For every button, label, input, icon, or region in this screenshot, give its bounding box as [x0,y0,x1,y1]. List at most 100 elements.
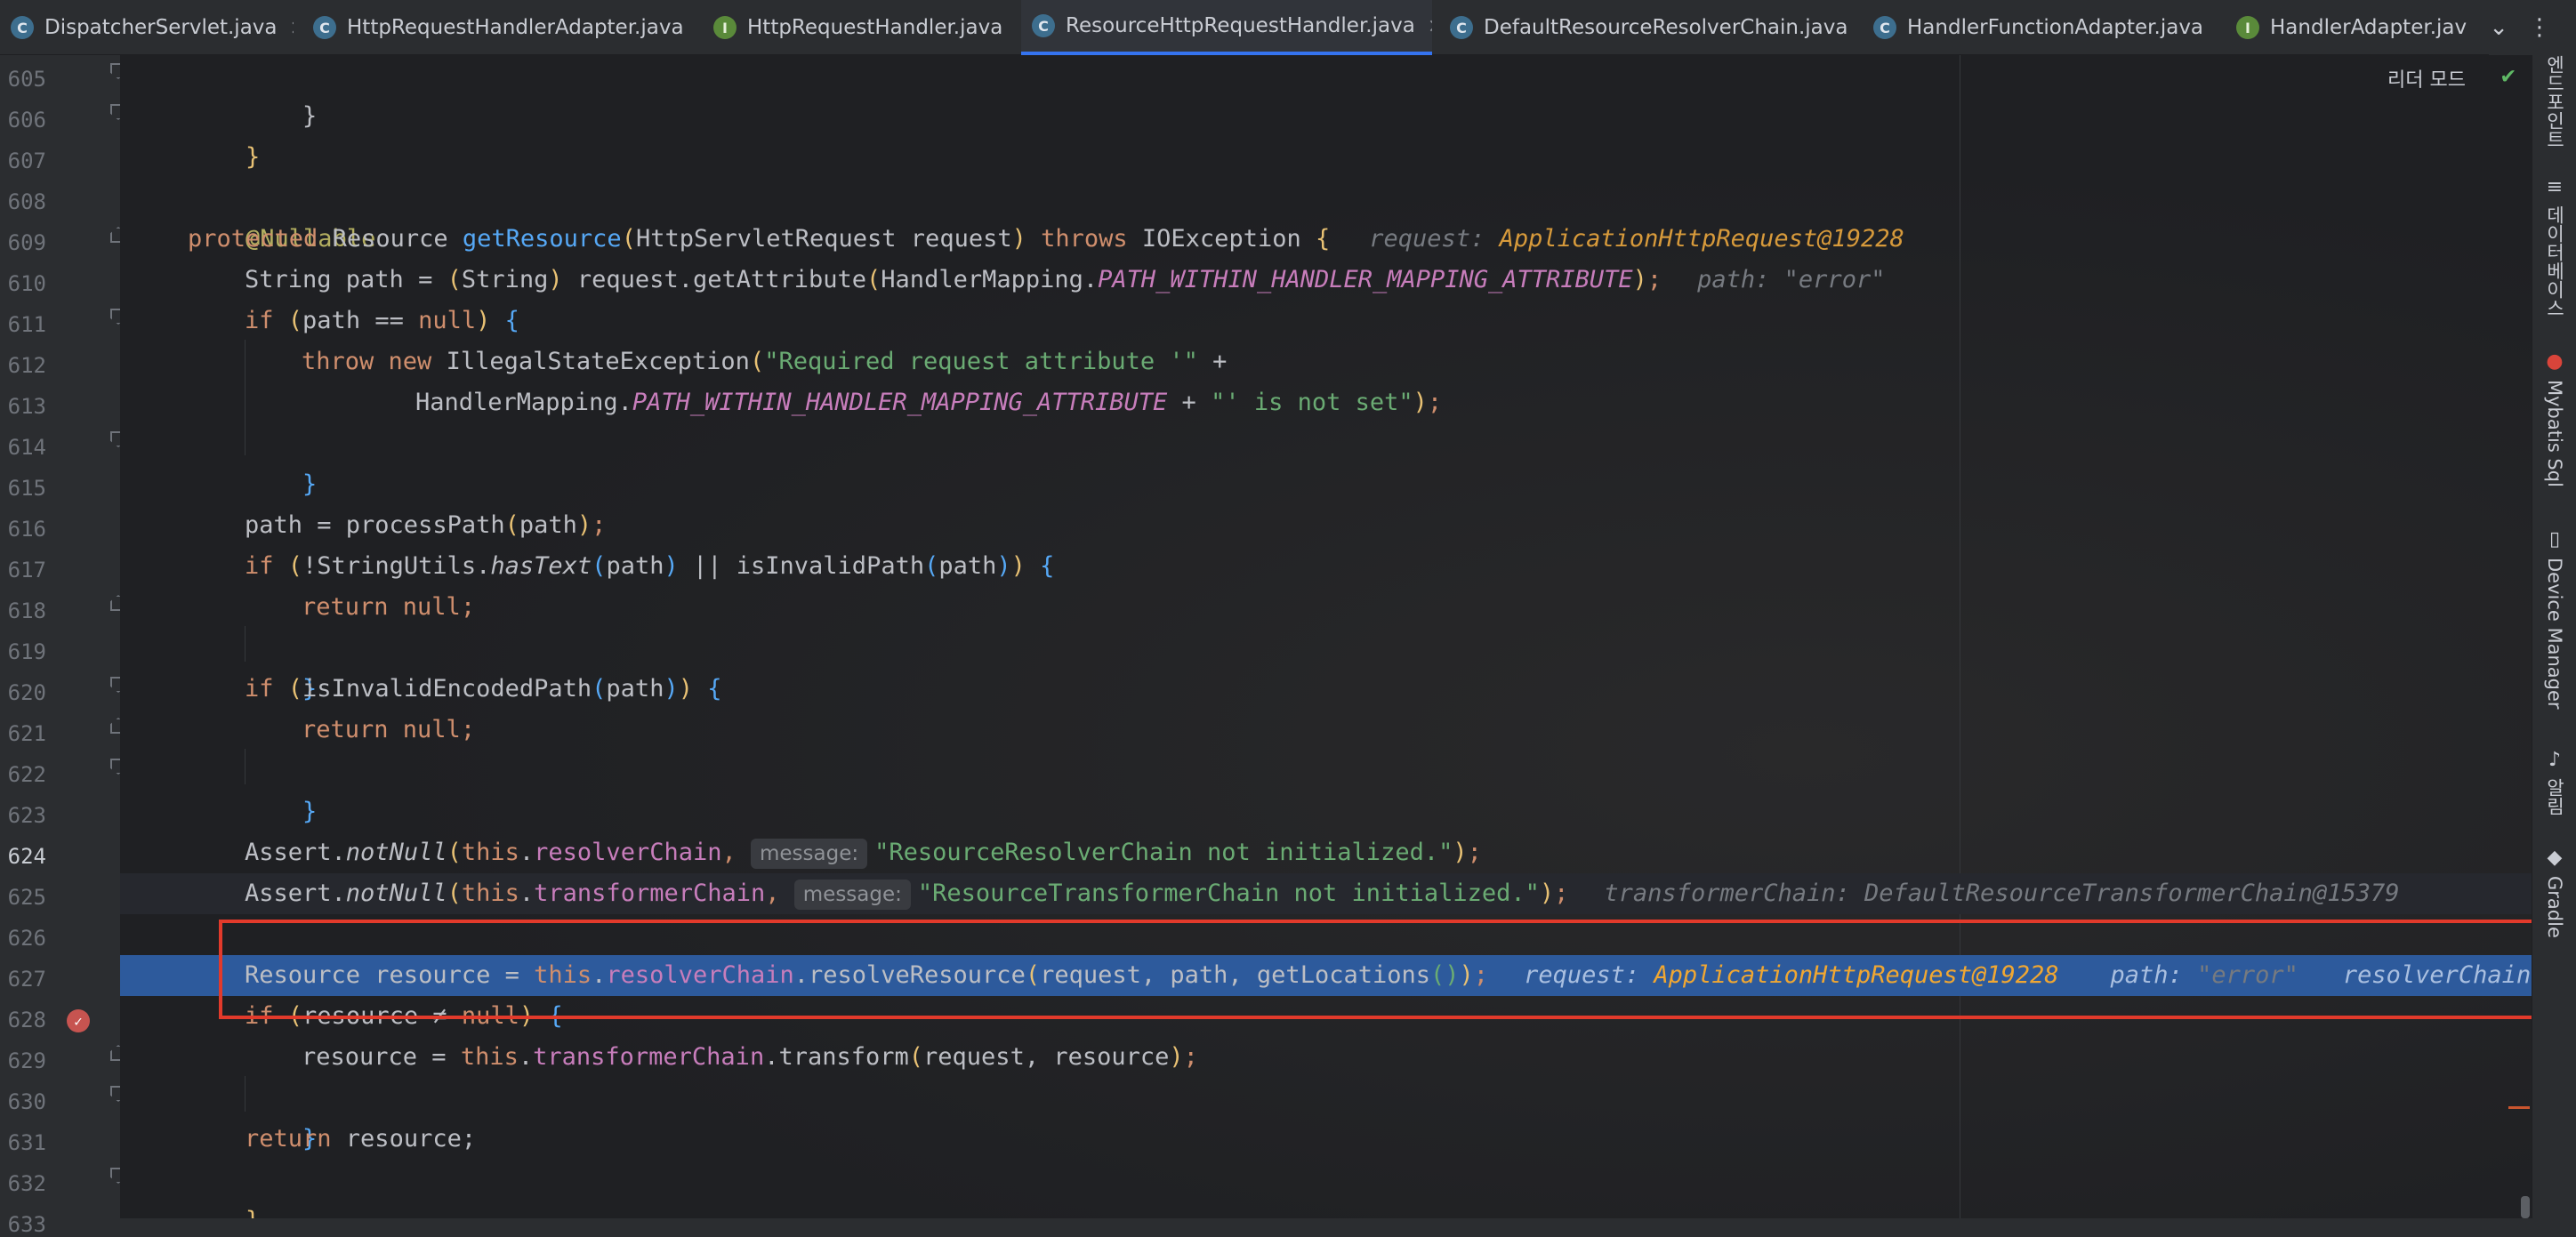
line-number: 619 [7,639,46,664]
chevron-down-icon[interactable]: ⌄ [2489,14,2508,41]
notifications-icon: ♪ [2548,749,2562,771]
line-number: 607 [7,149,46,173]
line-number: 622 [7,762,46,787]
code-line-611: if (path == null) { [245,307,519,334]
close-icon[interactable]: × [1428,15,1432,37]
code-line-609: protected Resource getResource(HttpServl… [188,225,1904,253]
tab-http-request-handler[interactable]: I HttpRequestHandler.java × [703,0,1014,55]
line-number: 609 [7,230,46,255]
line-number: 623 [7,803,46,828]
code-line-625: Assert.notNull(this.transformerChain, me… [120,873,2532,914]
parameter-hint: message: [793,880,911,910]
check-icon[interactable]: ✔ [2501,62,2516,89]
line-number: 627 [7,967,46,992]
tab-label: ResourceHttpRequestHandler.java [1066,14,1415,37]
debug-inline-value: path: "error" [1697,266,1886,293]
tool-window-device-manager[interactable]: ▯ Device Manager [2532,528,2576,710]
annotation-highlight-box [219,920,2540,1019]
interface-icon: I [713,16,737,39]
tab-default-resource-resolver-chain[interactable]: C DefaultResourceResolverChain.java × [1439,0,1856,55]
line-number: 610 [7,271,46,296]
line-number: 630 [7,1089,46,1114]
code-line-616: path = processPath(path); [245,511,607,539]
code-editor[interactable]: } } @Nullable protected Resource getReso… [120,55,2532,1218]
tab-handler-adapter[interactable]: I HandlerAdapter.jav [2226,0,2483,55]
line-number: 615 [7,476,46,501]
tab-resource-http-request-handler[interactable]: C ResourceHttpRequestHandler.java × [1021,0,1432,55]
class-icon: C [1032,14,1055,37]
reader-mode-button[interactable]: 리더 모드 [2387,64,2466,92]
line-number: 618 [7,598,46,623]
tab-label: HttpRequestHandlerAdapter.java [347,16,684,39]
code-line-619: } [302,675,318,703]
tab-dispatcher-servlet[interactable]: C DispatcherServlet.java × [0,0,294,55]
more-vertical-icon[interactable]: ⋮ [2528,14,2551,41]
code-line-629: resource = this.transformerChain.transfo… [302,1043,1198,1071]
line-number: 612 [7,353,46,378]
line-number: 625 [7,885,46,910]
code-line-606: } [246,143,261,171]
tool-window-database[interactable]: ≡ 데이터베이스 [2532,176,2576,317]
close-icon[interactable]: × [290,17,294,39]
code-line-622: } [302,798,318,825]
line-number: 626 [7,926,46,951]
device-manager-icon: ▯ [2548,528,2561,550]
line-number: 608 [7,189,46,214]
debug-inline-value: transformerChain: DefaultResourceTransfo… [1604,880,2400,907]
code-line-631: return resource; [245,1125,477,1153]
line-number: 605 [7,67,46,92]
tool-window-mybatis-sql[interactable]: ● Mybatis Sql [2532,350,2576,487]
tool-window-endpoints[interactable]: 엔드포인트 [2532,55,2576,149]
mybatis-icon: ● [2546,350,2564,373]
interface-icon: I [2236,16,2259,39]
code-line-605: } [302,102,318,130]
line-number: 629 [7,1048,46,1073]
gradle-icon: ◆ [2547,847,2563,869]
code-line-620: if (isInvalidEncodedPath(path)) { [245,675,722,703]
tool-window-gradle[interactable]: ◆ Gradle [2532,847,2576,938]
tab-label: DefaultResourceResolverChain.java [1484,16,1848,39]
class-icon: C [313,16,336,39]
tab-bar-actions: ⌄ ⋮ [2489,0,2576,55]
database-icon: ≡ [2546,176,2564,198]
class-icon: C [1450,16,1473,39]
breakpoint-icon[interactable]: ✓ [67,1009,90,1032]
line-number: 614 [7,435,46,460]
tab-handler-function-adapter[interactable]: C HandlerFunctionAdapter.java × [1863,0,2218,55]
code-line-624: Assert.notNull(this.resolverChain, messa… [120,832,2532,873]
tab-label: HttpRequestHandler.java [747,16,1003,39]
line-number: 628 [7,1008,46,1032]
code-line-608: @Nullable [246,225,376,253]
code-line-621: return null; [302,716,476,743]
line-number: 632 [7,1171,46,1196]
tab-label: HandlerAdapter.jav [2270,16,2467,39]
editor-tab-bar: C DispatcherServlet.java × C HttpRequest… [0,0,2576,55]
scrollbar-thumb[interactable] [2521,1196,2530,1218]
code-line-617: if (!StringUtils.hasText(path) || isInva… [245,552,1055,580]
right-tool-window-bar: 엔드포인트 ≡ 데이터베이스 ● Mybatis Sql ▯ Device Ma… [2532,55,2576,1218]
tab-http-request-handler-adapter[interactable]: C HttpRequestHandlerAdapter.java × [302,0,685,55]
error-stripe-marker[interactable] [2508,1106,2530,1109]
code-line-610: String path = (String) request.getAttrib… [245,266,1886,293]
class-icon: C [1873,16,1896,39]
line-number-gutter[interactable]: 605 606 607 608 609 610 611 612 613 614 … [0,55,126,1237]
parameter-hint: message: [751,839,868,869]
line-number: 613 [7,394,46,419]
code-line-630: } [302,1125,318,1153]
code-line-632: } [120,1160,2532,1218]
code-line-614: } [302,470,318,498]
code-line-618: return null; [302,593,476,621]
class-icon: C [11,16,34,39]
code-line-613: HandlerMapping.PATH_WITHIN_HANDLER_MAPPI… [415,389,1443,416]
code-line-612: throw new IllegalStateException("Require… [302,348,1228,375]
debug-inline-value: request: ApplicationHttpRequest@19228 [1369,225,1904,253]
line-number: 631 [7,1130,46,1155]
tab-label: HandlerFunctionAdapter.java [1907,16,2204,39]
line-number: 616 [7,517,46,542]
line-number: 633 [7,1212,46,1237]
close-icon[interactable]: × [2216,17,2218,39]
line-number: 620 [7,680,46,705]
line-number: 621 [7,721,46,746]
tool-window-notifications[interactable]: ♪ 알림 [2532,749,2576,815]
line-number: 617 [7,558,46,582]
